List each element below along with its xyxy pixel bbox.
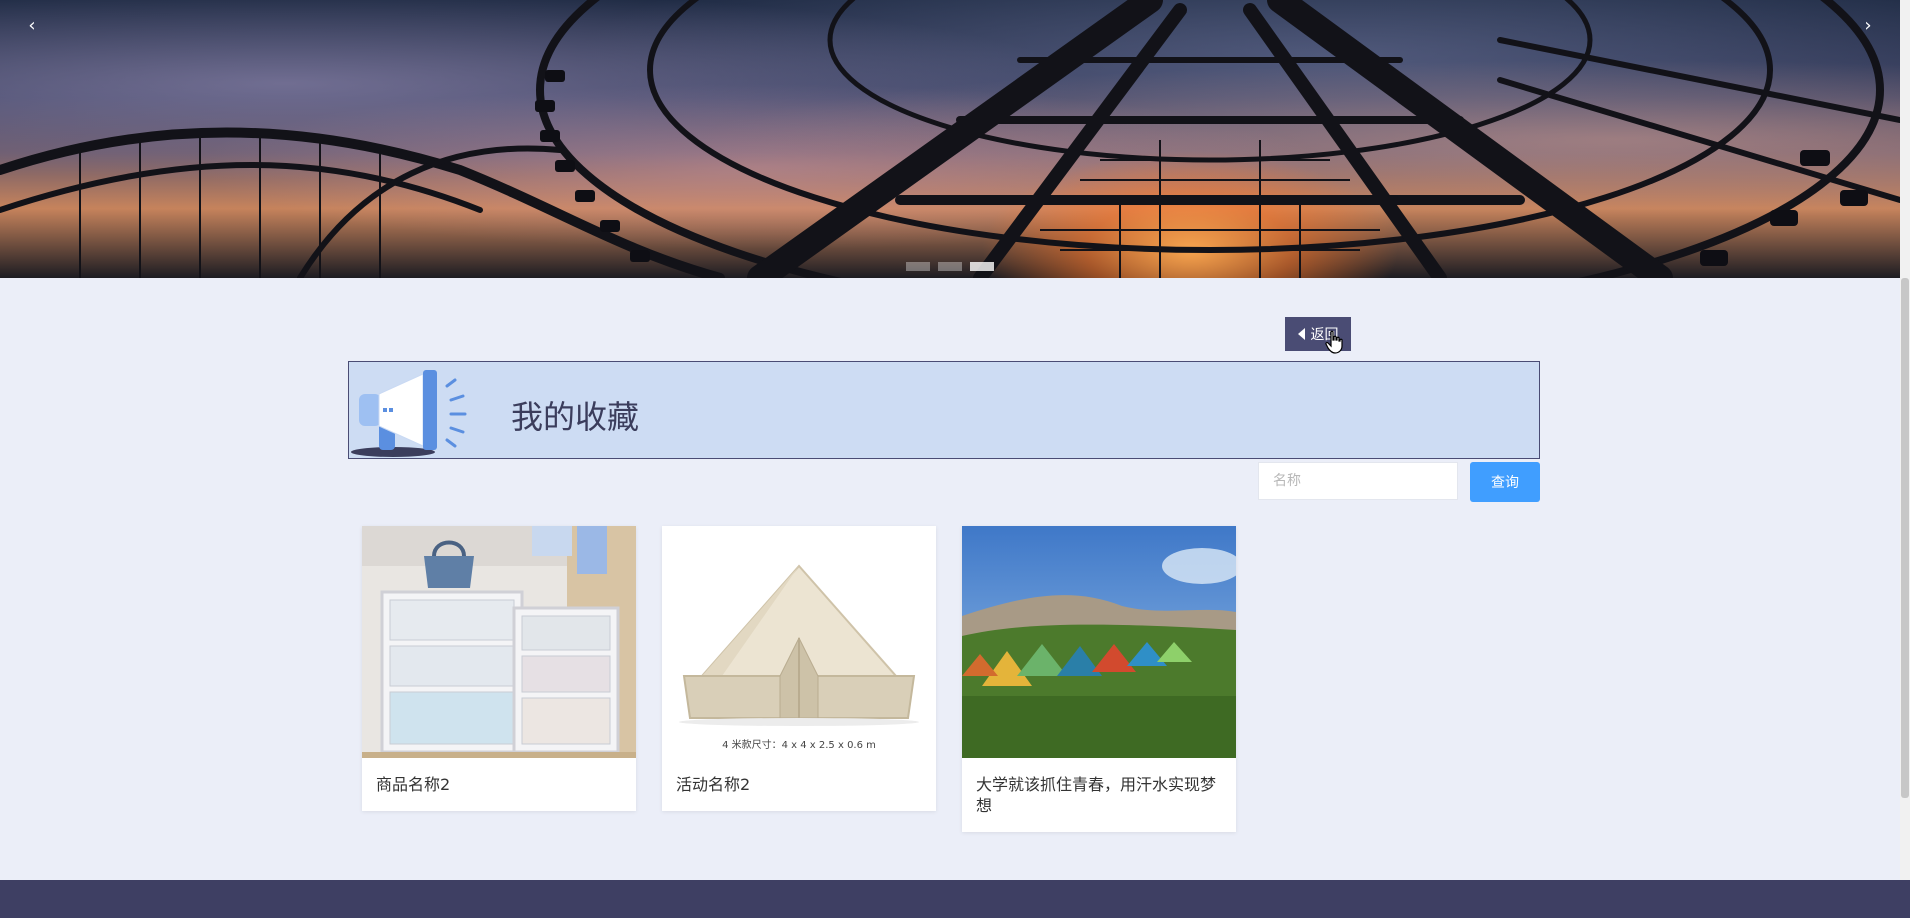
page-title: 我的收藏 [511, 398, 640, 436]
banner-carousel: ‹ › [0, 0, 1900, 278]
page-scrollbar[interactable] [1900, 0, 1910, 880]
megaphone-icon [351, 370, 467, 457]
bell-tent-image: 4 米款尺寸：4 x 4 x 2.5 x 0.6 m [662, 526, 936, 758]
ferris-wheel-image [0, 0, 1900, 278]
caret-left-icon [1297, 328, 1305, 340]
carousel-indicator[interactable] [938, 262, 962, 271]
campsite-tents-image [962, 526, 1236, 758]
banner-prev-arrow-icon[interactable]: ‹ [22, 14, 42, 38]
carousel-indicators [0, 262, 1900, 271]
favorite-card-label: 商品名称2 [376, 775, 451, 794]
carousel-indicator[interactable] [906, 262, 930, 271]
favorite-card[interactable]: 商品名称2 [362, 526, 636, 811]
search-button[interactable]: 查询 [1470, 462, 1540, 502]
product-size-caption: 4 米款尺寸：4 x 4 x 2.5 x 0.6 m [722, 738, 876, 751]
storage-drawers-image [362, 526, 636, 758]
page-header-panel: 我的收藏 [348, 361, 1540, 459]
favorite-card[interactable]: 大学就该抓住青春，用汗水实现梦想 [962, 526, 1236, 832]
search-input[interactable] [1258, 462, 1458, 500]
page-footer [0, 880, 1910, 918]
favorite-card-label: 活动名称2 [676, 775, 751, 794]
banner-next-arrow-icon[interactable]: › [1858, 14, 1878, 38]
carousel-indicator-active[interactable] [970, 262, 994, 271]
hand-cursor-icon [1325, 330, 1343, 354]
favorite-card[interactable]: 4 米款尺寸：4 x 4 x 2.5 x 0.6 m 活动名称2 [662, 526, 936, 811]
favorite-card-label: 大学就该抓住青春，用汗水实现梦想 [976, 775, 1217, 815]
scrollbar-thumb[interactable] [1901, 278, 1909, 798]
